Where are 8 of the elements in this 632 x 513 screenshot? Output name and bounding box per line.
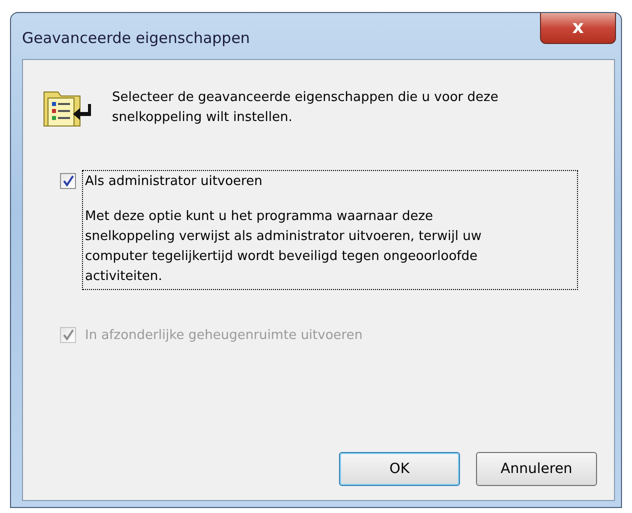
- intro-text: Selecteer de geavanceerde eigenschappen die u voor deze snelkoppeling wilt instellen.: [112, 89, 500, 127]
- dialog-button[interactable]: Annuleren: [476, 452, 597, 486]
- checkbox[interactable]: [60, 173, 76, 189]
- dialog-button[interactable]: OK: [339, 452, 460, 486]
- close-button[interactable]: x: [540, 13, 616, 44]
- option-description: Met deze optie kunt u het programma waarnaar deze snelkoppeling verwijst als administrator uitvoeren, terwijl uw computer tegelijkertijd wordt beveiligd tegen ongeoorloofde activiteiten.: [85, 208, 482, 286]
- checkbox-label[interactable]: Als administrator uitvoeren: [85, 171, 575, 193]
- window-title: Geavanceerde eigenschappen: [22, 28, 250, 49]
